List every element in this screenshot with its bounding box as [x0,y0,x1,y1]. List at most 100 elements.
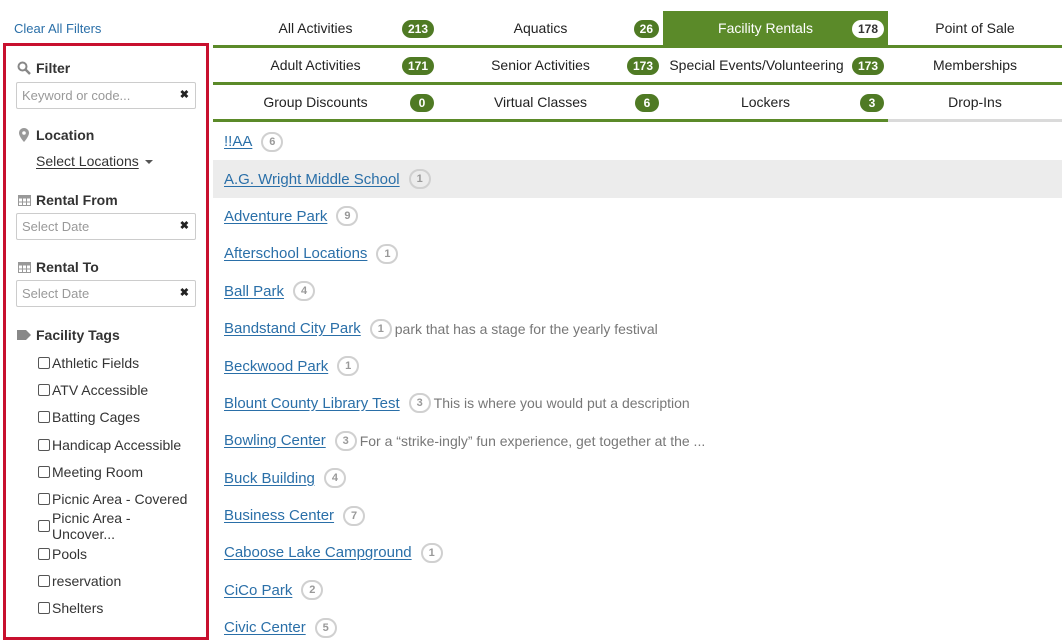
count-badge: 213 [401,20,434,38]
facility-list: !!AA 6 A.G. Wright Middle School 1 Adventu… [213,123,1062,643]
facility-row: Caboose Lake Campground 1 [213,534,1062,571]
facility-tag-item[interactable]: reservation [16,567,196,594]
facility-link[interactable]: Business Center [224,507,334,524]
facility-count-badge: 5 [314,617,337,638]
facility-row: CiCo Park 2 [213,572,1062,609]
facility-tag-item[interactable]: Handicap Accessible [16,431,196,458]
facility-row: Business Center 7 [213,497,1062,534]
facility-link[interactable]: CiCo Park [224,582,292,599]
facility-link[interactable]: Afterschool Locations [224,245,367,262]
facility-tag-label: Shelters [52,600,104,617]
checkbox[interactable] [38,547,50,560]
clear-rental-from-icon[interactable]: ✖ [180,219,189,232]
clear-all-filters-link[interactable]: Clear All Filters [14,21,101,36]
facility-tag-label: ATV Accessible [52,381,149,398]
facility-tag-label: Meeting Room [52,463,144,480]
tab-all-activities[interactable]: All Activities 213 [213,11,438,48]
checkbox[interactable] [38,465,50,478]
facility-link[interactable]: Beckwood Park [224,358,328,375]
clear-rental-to-icon[interactable]: ✖ [180,286,189,299]
tab-group-discounts[interactable]: Group Discounts 0 [213,85,438,122]
tab-point-of-sale[interactable]: Point of Sale [888,11,1062,48]
rental-from-heading: Rental From [16,192,196,208]
facility-tag-label: Picnic Area - Covered [52,491,188,508]
tab-drop-ins[interactable]: Drop-Ins [888,85,1062,122]
facility-count-badge: 4 [323,468,346,489]
rental-to-date-input[interactable]: Select Date ✖ [16,280,196,307]
facility-count-badge: 1 [376,243,399,264]
tab-row: Group Discounts 0 Virtual Classes 6 Locker… [213,85,1062,122]
facility-tag-label: Picnic Area - Uncover... [52,510,131,543]
clear-keyword-icon[interactable]: ✖ [180,88,189,101]
facility-tag-item[interactable]: ATV Accessible [16,376,196,403]
count-badge: 0 [410,94,434,112]
facility-tag-label: reservation [52,573,122,590]
facility-count-badge: 3 [408,393,431,414]
location-select[interactable]: Select Locations [16,153,196,169]
facility-count-badge: 6 [261,131,284,152]
facility-link[interactable]: Caboose Lake Campground [224,544,412,561]
tab-facility-rentals[interactable]: Facility Rentals 178 [663,11,888,48]
checkbox[interactable] [38,383,50,396]
facility-link[interactable]: !!AA [224,133,252,150]
checkbox[interactable] [38,575,50,588]
select-locations-dropdown[interactable]: Select Locations [36,153,139,169]
tab-label: Point of Sale [935,20,1015,36]
category-tabs: All Activities 213 Aquatics 26 Facility Re… [213,11,1062,122]
facility-link[interactable]: A.G. Wright Middle School [224,171,400,188]
tab-senior-activities[interactable]: Senior Activities 173 [438,48,663,85]
facility-tag-item[interactable]: Picnic Area - Covered [16,485,196,512]
facility-tag-item[interactable]: Batting Cages [16,404,196,431]
facility-tags-list: Athletic Fields ATV Accessible Batting C… [16,349,196,622]
facility-count-badge: 3 [334,430,357,451]
facility-tag-label: Batting Cages [52,409,140,426]
keyword-search-input[interactable]: Keyword or code... ✖ [16,82,196,109]
filter-sidebar: Filter Keyword or code... ✖ Location Sel… [3,43,209,640]
facility-description: park that has a stage for the yearly fes… [394,320,658,337]
checkbox[interactable] [38,520,50,533]
checkbox[interactable] [38,356,50,369]
tab-adult-activities[interactable]: Adult Activities 171 [213,48,438,85]
count-badge: 173 [851,57,884,75]
tab-special-events-volunteering[interactable]: Special Events/Volunteering 173 [663,48,888,85]
checkbox[interactable] [38,438,50,451]
count-badge: 26 [633,20,659,38]
checkbox[interactable] [38,493,50,506]
count-badge: 3 [860,94,884,112]
facility-tag-item[interactable]: Meeting Room [16,458,196,485]
rental-from-label: Rental From [36,192,118,208]
tab-lockers[interactable]: Lockers 3 [663,85,888,122]
count-badge: 178 [851,20,884,38]
map-pin-icon [16,128,32,142]
facility-tag-item[interactable]: Athletic Fields [16,349,196,376]
facility-count-badge: 1 [369,318,392,339]
location-label: Location [36,127,95,143]
tab-row: All Activities 213 Aquatics 26 Facility Re… [213,11,1062,48]
facility-link[interactable]: Blount County Library Test [224,395,400,412]
rental-from-date-input[interactable]: Select Date ✖ [16,213,196,240]
rental-to-heading: Rental To [16,259,196,275]
facility-link[interactable]: Civic Center [224,619,306,636]
checkbox[interactable] [38,602,50,615]
facility-row: Beckwood Park 1 [213,347,1062,384]
tab-virtual-classes[interactable]: Virtual Classes 6 [438,85,663,122]
tab-label: Drop-Ins [948,94,1002,110]
facility-link[interactable]: Bowling Center [224,432,326,449]
facility-row: Buck Building 4 [213,460,1062,497]
facility-tag-item[interactable]: Picnic Area - Uncover... [16,510,196,543]
facility-link[interactable]: Adventure Park [224,208,327,225]
caret-down-icon[interactable] [144,160,153,165]
facility-count-badge: 1 [408,169,431,190]
facility-link[interactable]: Ball Park [224,283,284,300]
checkbox[interactable] [38,411,50,424]
facility-link[interactable]: Bandstand City Park [224,320,361,337]
facility-row: !!AA 6 [213,123,1062,160]
count-badge: 6 [635,94,659,112]
tab-label: Lockers [740,94,791,110]
tab-aquatics[interactable]: Aquatics 26 [438,11,663,48]
facility-tag-item[interactable]: Shelters [16,595,196,622]
facility-link[interactable]: Buck Building [224,470,315,487]
tab-memberships[interactable]: Memberships [888,48,1062,85]
facility-tag-item[interactable]: Pools [16,540,196,567]
facility-row: Bandstand City Park 1 park that has a stag… [213,310,1062,347]
